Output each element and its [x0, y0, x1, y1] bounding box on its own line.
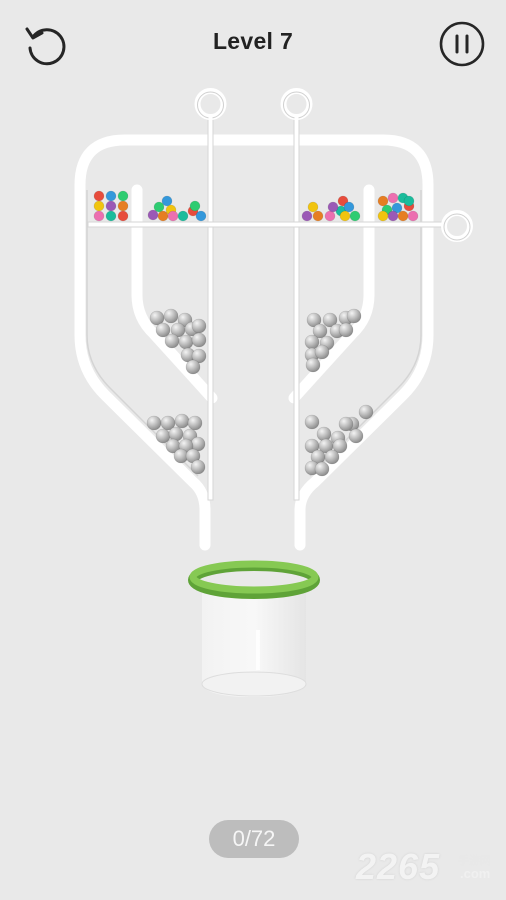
ball	[343, 201, 355, 213]
ball	[316, 426, 332, 442]
ball	[324, 449, 340, 465]
ball	[358, 404, 374, 420]
ball	[304, 414, 320, 430]
ball	[189, 200, 201, 212]
ball	[195, 210, 207, 222]
ball	[307, 201, 319, 213]
ball	[105, 190, 117, 202]
ball	[377, 210, 389, 222]
ball	[163, 308, 179, 324]
ball	[185, 359, 201, 375]
ball	[146, 415, 162, 431]
gray-balls	[146, 308, 374, 477]
watermark-domain: .com	[460, 866, 491, 881]
ball	[191, 318, 207, 334]
ball	[314, 461, 330, 477]
ball	[93, 210, 105, 222]
pause-icon	[439, 21, 485, 67]
ball	[324, 210, 336, 222]
ball	[177, 210, 189, 222]
ball	[117, 200, 129, 212]
ball	[191, 332, 207, 348]
game-board	[74, 88, 473, 697]
ball	[190, 459, 206, 475]
ball	[117, 210, 129, 222]
ball	[117, 190, 129, 202]
ball	[174, 413, 190, 429]
ball	[164, 333, 180, 349]
right-vertical-pin[interactable]	[280, 88, 313, 501]
ball	[178, 334, 194, 350]
ball	[349, 210, 361, 222]
inner-wall-right	[288, 184, 375, 404]
watermark-number: 2265	[356, 846, 441, 887]
ball	[407, 210, 419, 222]
ball	[327, 201, 339, 213]
ball	[387, 210, 399, 222]
collection-cup	[188, 560, 320, 697]
site-watermark: 2265 手游网 .com	[356, 846, 506, 894]
ball	[155, 322, 171, 338]
ball	[397, 210, 409, 222]
ball	[346, 308, 362, 324]
ball	[301, 210, 313, 222]
ball	[105, 200, 117, 212]
ball	[339, 210, 351, 222]
ball	[167, 210, 179, 222]
ball	[377, 195, 389, 207]
top-bar: Level 7	[0, 0, 506, 90]
ball	[314, 344, 330, 360]
ball	[305, 357, 321, 373]
ball	[187, 415, 203, 431]
ball	[157, 210, 169, 222]
ball	[312, 210, 324, 222]
pause-button[interactable]	[438, 20, 486, 68]
balls-collected-counter: 0/72	[209, 820, 299, 858]
ball	[105, 210, 117, 222]
ball	[147, 209, 159, 221]
ball	[403, 195, 415, 207]
ball	[93, 190, 105, 202]
ball	[338, 322, 354, 338]
container-walls	[74, 134, 434, 551]
ball	[348, 428, 364, 444]
ball	[338, 416, 354, 432]
ball	[387, 192, 399, 204]
level-title: Level 7	[212, 28, 294, 54]
ball	[93, 200, 105, 212]
ball	[168, 426, 184, 442]
